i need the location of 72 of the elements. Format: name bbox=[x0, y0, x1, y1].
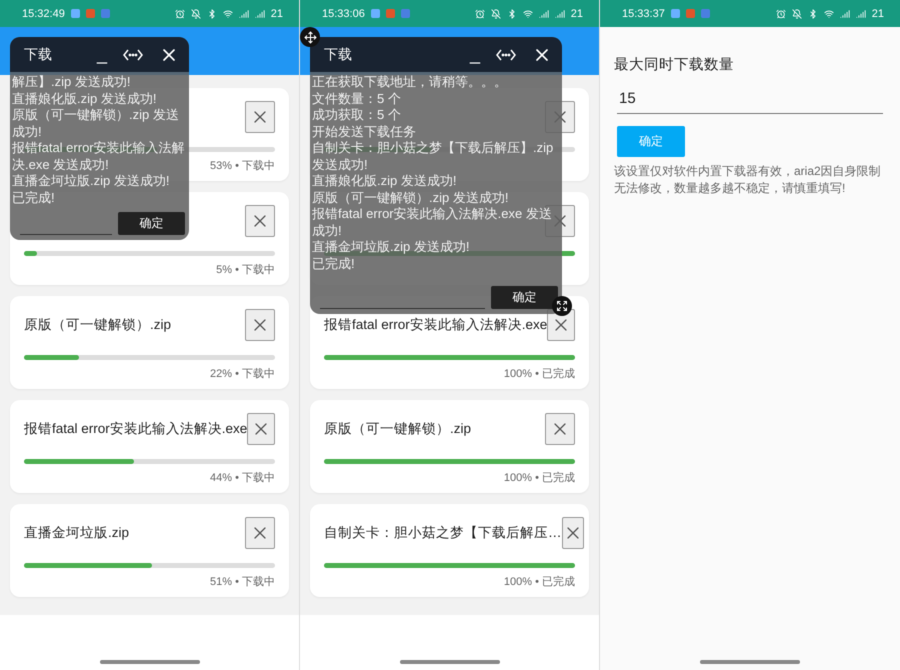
signal-icon bbox=[856, 8, 866, 18]
status-time: 15:33:37 bbox=[622, 8, 665, 20]
log-line: 原版（可一键解锁）.zip 发送成功! bbox=[312, 190, 510, 206]
log-line: 正在获取下载地址，请稍等。。。 bbox=[312, 74, 508, 90]
remove-button[interactable] bbox=[245, 101, 275, 133]
file-name: 报错fatal error安装此输入法解决.exe bbox=[324, 316, 548, 334]
progress-status: 53% • 下载中 bbox=[210, 160, 275, 172]
mute-icon bbox=[792, 8, 802, 18]
progress-status: 51% • 下载中 bbox=[210, 576, 275, 588]
alarm-icon bbox=[474, 8, 485, 18]
remove-button[interactable] bbox=[562, 517, 584, 549]
log-line: 直播娘化版.zip 发送成功! bbox=[12, 90, 158, 107]
signal-icon bbox=[538, 8, 549, 18]
mute-icon bbox=[190, 8, 201, 18]
log-line: 自制关卡：胆小菇之梦【下载后解压】.zip 发送成功! bbox=[312, 140, 554, 173]
confirm-button[interactable]: 确定 bbox=[118, 212, 185, 235]
minimize-button[interactable]: _ bbox=[470, 44, 480, 65]
signal-icon bbox=[254, 8, 265, 18]
wifi-icon bbox=[222, 8, 233, 18]
expand-horizontal-icon[interactable] bbox=[496, 48, 516, 60]
remove-button[interactable] bbox=[245, 205, 275, 237]
status-time: 15:33:06 bbox=[322, 8, 365, 20]
minimize-button[interactable]: _ bbox=[96, 44, 107, 65]
log-line: 报错fatal error安装此输入法解决.exe 发送成功! bbox=[12, 140, 186, 173]
signal-icon bbox=[554, 8, 565, 18]
alarm-icon bbox=[174, 8, 185, 18]
wifi-icon bbox=[522, 8, 533, 18]
bluetooth-icon bbox=[206, 8, 217, 18]
progress-status: 5% • 下载中 bbox=[216, 264, 275, 276]
signal-icon bbox=[238, 8, 249, 18]
signal-icon bbox=[840, 8, 850, 18]
expand-horizontal-icon[interactable] bbox=[123, 48, 143, 60]
remove-button[interactable] bbox=[247, 413, 275, 445]
remove-button[interactable] bbox=[245, 517, 275, 549]
max-downloads-field[interactable]: 15 bbox=[617, 84, 883, 114]
progress-status: 44% • 下载中 bbox=[210, 472, 275, 484]
progress-status: 100% • 已完成 bbox=[504, 576, 575, 588]
status-time: 15:32:49 bbox=[22, 8, 65, 20]
progress-status: 22% • 下载中 bbox=[210, 368, 275, 380]
bluetooth-icon bbox=[506, 8, 517, 18]
remove-button[interactable] bbox=[545, 413, 575, 445]
file-name: 原版（可一键解锁）.zip bbox=[24, 316, 172, 334]
progress-status: 100% • 已完成 bbox=[504, 472, 575, 484]
dialog-title: 下载 bbox=[24, 46, 53, 64]
file-name: 报错fatal error安装此输入法解决.exe bbox=[24, 420, 248, 438]
file-name: 原版（可一键解锁）.zip bbox=[324, 420, 472, 438]
battery-level: 21 bbox=[872, 8, 884, 20]
bluetooth-icon bbox=[808, 8, 818, 18]
log-line: 报错fatal error安装此输入法解决.exe 发送成功! bbox=[312, 206, 553, 239]
log-line: 已完成! bbox=[312, 256, 356, 272]
progress-status: 100% • 已完成 bbox=[504, 368, 575, 380]
setting-label: 最大同时下载数量 bbox=[614, 56, 734, 74]
log-line: 解压】.zip 发送成功! bbox=[12, 74, 132, 90]
log-line: 开始发送下载任务 bbox=[312, 124, 417, 140]
log-line: 已完成! bbox=[12, 190, 56, 206]
log-line: 直播金坷垃版.zip 发送成功! bbox=[312, 239, 470, 256]
confirm-button[interactable]: 确定 bbox=[491, 286, 558, 309]
dialog-title: 下载 bbox=[324, 46, 353, 64]
battery-level: 21 bbox=[270, 8, 283, 20]
setting-note: 该设置仅对软件内置下载器有效，aria2因自身限制无法修改，数量越多越不稳定，请慎重填写! bbox=[614, 163, 882, 197]
file-name: 直播金坷垃版.zip bbox=[24, 524, 130, 542]
wifi-icon bbox=[824, 8, 834, 18]
log-line: 原版（可一键解锁）.zip 发送成功! bbox=[12, 107, 180, 140]
battery-level: 21 bbox=[570, 8, 583, 20]
remove-button[interactable] bbox=[245, 309, 275, 341]
log-line: 直播金坷垃版.zip 发送成功! bbox=[12, 173, 170, 190]
file-name: 自制关卡：胆小菇之梦【下载后解压… bbox=[324, 524, 562, 542]
log-line: 成功获取：5 个 bbox=[312, 107, 402, 124]
log-line: 文件数量：5 个 bbox=[312, 90, 402, 107]
log-line: 直播娘化版.zip 发送成功! bbox=[312, 173, 458, 190]
alarm-icon bbox=[776, 8, 786, 18]
mute-icon bbox=[490, 8, 501, 18]
